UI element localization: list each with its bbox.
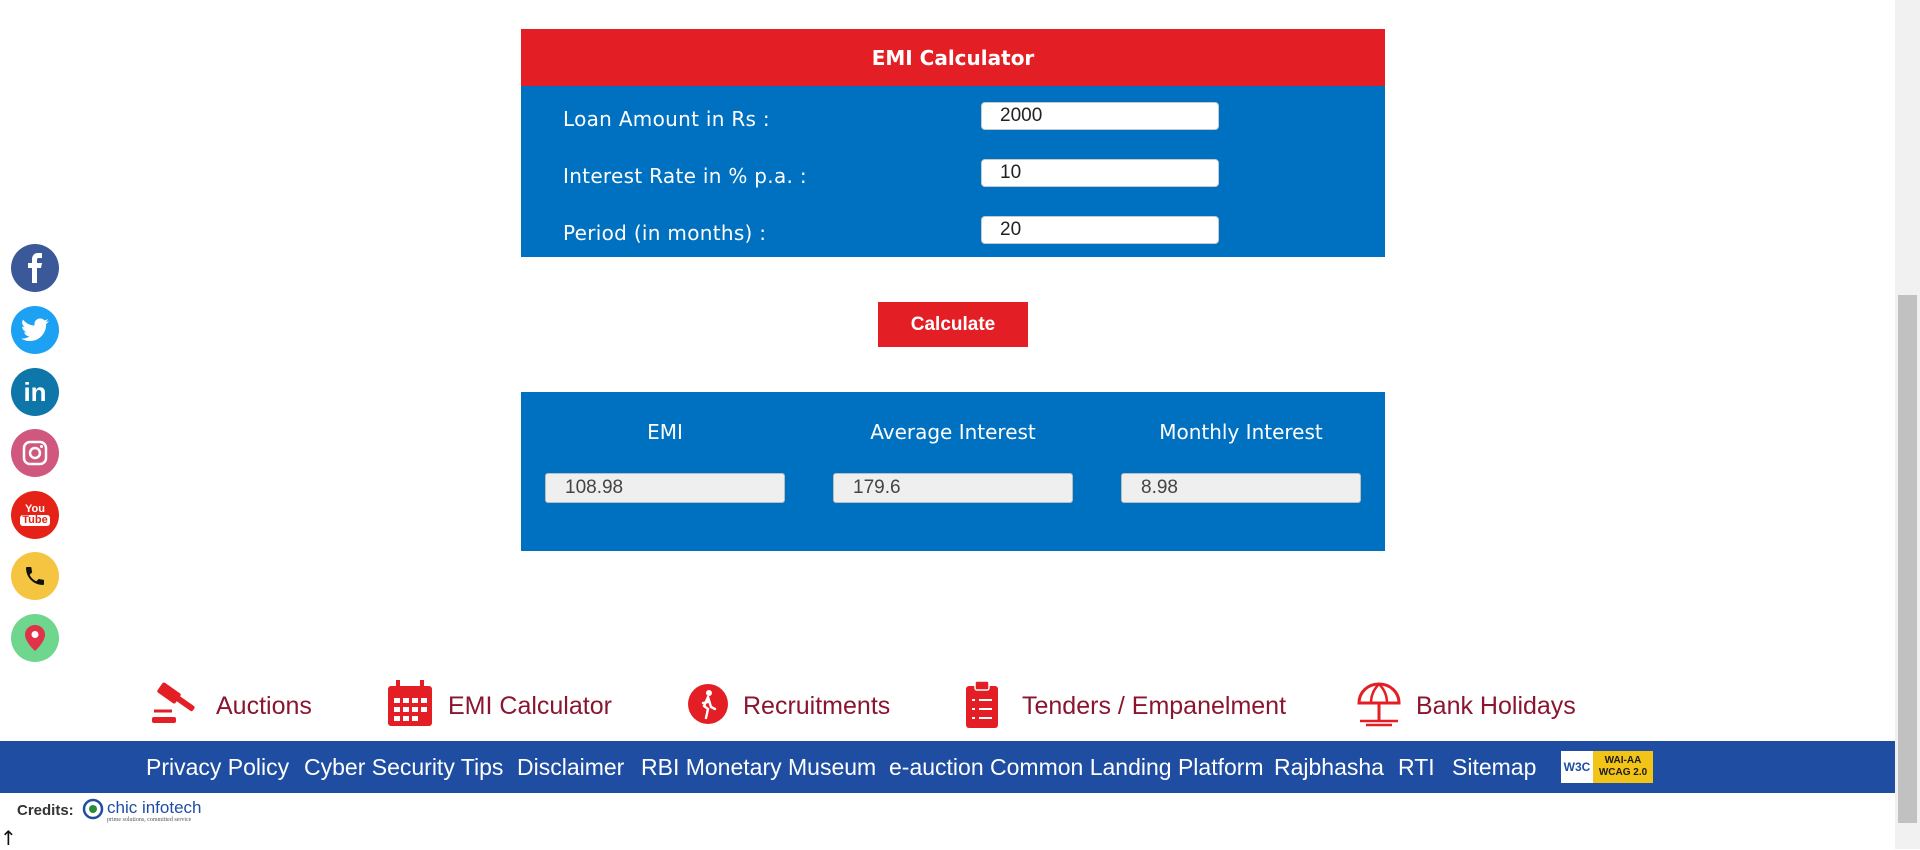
quick-link-auctions[interactable]: Auctions xyxy=(150,680,312,732)
calculate-button[interactable]: Calculate xyxy=(878,302,1028,347)
loan-amount-row: Loan Amount in Rs : xyxy=(521,98,1385,138)
average-interest-value: 179.6 xyxy=(833,473,1073,503)
youtube-icon[interactable]: You Tube xyxy=(11,491,59,539)
footer-nav: Privacy Policy Cyber Security Tips Discl… xyxy=(0,741,1895,793)
footer-link-rbi-monetary-museum[interactable]: RBI Monetary Museum xyxy=(641,741,876,793)
emi-result-value: 108.98 xyxy=(545,473,785,503)
monthly-interest-value: 8.98 xyxy=(1121,473,1361,503)
chic-infotech-emblem-icon xyxy=(82,798,104,824)
credits-label: Credits: xyxy=(17,802,74,819)
quick-link-emi-calculator-label: EMI Calculator xyxy=(448,691,612,720)
chic-infotech-name: chic infotech xyxy=(107,797,202,817)
twitter-icon[interactable] xyxy=(11,306,59,354)
footer-link-rajbhasha[interactable]: Rajbhasha xyxy=(1274,741,1384,793)
scrollbar-thumb[interactable] xyxy=(1898,295,1917,823)
phone-icon[interactable] xyxy=(11,552,59,600)
quick-link-tenders[interactable]: Tenders / Empanelment xyxy=(964,680,1286,732)
footer-link-cyber-security-tips[interactable]: Cyber Security Tips xyxy=(304,741,503,793)
monthly-interest-result: Monthly Interest 8.98 xyxy=(1121,392,1361,551)
scroll-up-arrow-icon[interactable]: ↑ xyxy=(0,826,17,850)
wcag-level-label: WAI-AA WCAG 2.0 xyxy=(1593,751,1653,783)
monthly-interest-label: Monthly Interest xyxy=(1159,420,1323,444)
w3c-logo-icon: W3C xyxy=(1561,751,1593,783)
walking-person-icon xyxy=(687,683,729,729)
emi-results-panel: EMI 108.98 Average Interest 179.6 Monthl… xyxy=(521,392,1385,551)
emi-result-label: EMI xyxy=(647,420,683,444)
quick-link-recruitments[interactable]: Recruitments xyxy=(687,680,890,732)
calendar-icon xyxy=(386,680,434,732)
footer-link-e-auction-platform[interactable]: e-auction Common Landing Platform xyxy=(889,741,1264,793)
chic-infotech-tagline: prime solutions, committed service xyxy=(107,816,192,823)
emi-calculator-title: EMI Calculator xyxy=(521,29,1385,86)
page-scrollbar[interactable] xyxy=(1895,0,1920,849)
interest-rate-label: Interest Rate in % p.a. : xyxy=(563,164,807,188)
footer-link-rti[interactable]: RTI xyxy=(1398,741,1435,793)
quick-link-bank-holidays[interactable]: Bank Holidays xyxy=(1356,680,1576,732)
period-row: Period (in months) : xyxy=(521,212,1385,252)
wcag-compliance-badge[interactable]: W3C WAI-AA WCAG 2.0 xyxy=(1561,751,1653,783)
emi-input-panel: Loan Amount in Rs : Interest Rate in % p… xyxy=(521,86,1385,257)
location-icon[interactable] xyxy=(11,614,59,662)
loan-amount-label: Loan Amount in Rs : xyxy=(563,107,770,131)
chic-infotech-logo[interactable]: chic infotech prime solutions, committed… xyxy=(82,798,202,824)
footer-link-disclaimer[interactable]: Disclaimer xyxy=(517,741,624,793)
average-interest-result: Average Interest 179.6 xyxy=(833,392,1073,551)
interest-rate-row: Interest Rate in % p.a. : xyxy=(521,155,1385,195)
wcag-line1: WAI-AA xyxy=(1604,755,1642,766)
period-input[interactable] xyxy=(981,216,1219,244)
instagram-icon[interactable] xyxy=(11,429,59,477)
footer-link-sitemap[interactable]: Sitemap xyxy=(1452,741,1536,793)
clipboard-icon xyxy=(964,680,1000,732)
wcag-line2: WCAG 2.0 xyxy=(1598,767,1648,778)
quick-link-emi-calculator[interactable]: EMI Calculator xyxy=(386,680,612,732)
quick-link-auctions-label: Auctions xyxy=(216,691,312,720)
beach-umbrella-icon xyxy=(1356,681,1402,731)
quick-link-recruitments-label: Recruitments xyxy=(743,691,891,720)
linkedin-icon[interactable]: in xyxy=(11,368,59,416)
interest-rate-input[interactable] xyxy=(981,159,1219,187)
average-interest-label: Average Interest xyxy=(870,420,1036,444)
period-label: Period (in months) : xyxy=(563,221,767,245)
quick-link-tenders-label: Tenders / Empanelment xyxy=(1022,691,1287,720)
emi-result: EMI 108.98 xyxy=(545,392,785,551)
facebook-icon[interactable] xyxy=(11,244,59,292)
footer-link-privacy-policy[interactable]: Privacy Policy xyxy=(146,741,289,793)
loan-amount-input[interactable] xyxy=(981,102,1219,130)
gavel-icon xyxy=(150,681,202,731)
quick-link-bank-holidays-label: Bank Holidays xyxy=(1416,691,1576,720)
